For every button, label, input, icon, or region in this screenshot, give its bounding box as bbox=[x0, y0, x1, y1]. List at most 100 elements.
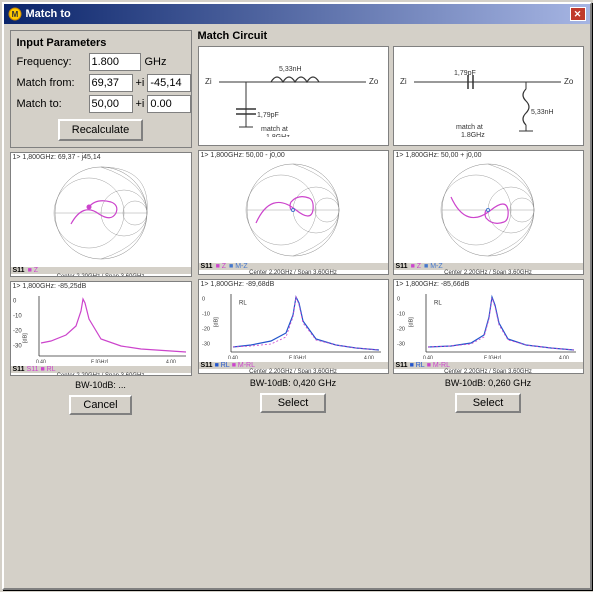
svg-text:5,33nH: 5,33nH bbox=[279, 66, 302, 73]
circuit2-svg: Zi Zo 1,79pF bbox=[199, 47, 388, 137]
rl3-rl-legend: ■ RL bbox=[410, 362, 425, 369]
left-rl-s11: S11 bbox=[13, 366, 25, 373]
smith3-header: 1> 1,800GHz: 50,00 + j0,00 bbox=[394, 151, 583, 160]
rl2-s11: S11 bbox=[201, 362, 213, 369]
input-params-panel: Input Parameters Frequency: GHz Match fr… bbox=[10, 30, 192, 148]
rl3-s11: S11 bbox=[396, 362, 408, 369]
smith2-center: Center 2,20GHz / Span 3,60GHz bbox=[199, 270, 388, 275]
circuit2-box: Zi Zo 1,79pF bbox=[198, 46, 389, 146]
window-icon: M bbox=[8, 7, 22, 21]
smith2-s11: S11 bbox=[201, 263, 213, 270]
svg-text:-20: -20 bbox=[202, 326, 210, 332]
svg-text:0: 0 bbox=[397, 296, 400, 302]
frequency-input[interactable] bbox=[89, 53, 141, 71]
smith3-mz-legend: ■ M-Z bbox=[424, 263, 443, 270]
svg-text:Zi: Zi bbox=[400, 77, 407, 86]
left-smith-svg bbox=[11, 162, 191, 264]
frequency-unit: GHz bbox=[145, 56, 167, 68]
svg-text:1,79pF: 1,79pF bbox=[454, 70, 476, 77]
match-to-label: Match to: bbox=[17, 98, 87, 110]
svg-text:0,40: 0,40 bbox=[228, 355, 238, 359]
match-circuit-title: Match Circuit bbox=[198, 30, 584, 42]
close-button[interactable]: ✕ bbox=[570, 7, 586, 21]
smith3-center: Center 2,20GHz / Span 3,60GHz bbox=[394, 270, 583, 275]
frequency-label: Frequency: bbox=[17, 56, 87, 68]
svg-text:M: M bbox=[11, 10, 18, 19]
smith3-s11: S11 bbox=[396, 263, 408, 270]
smith3-svg bbox=[394, 160, 583, 260]
rl2-chart: 1> 1,800GHz: -89,68dB 0 -10 -20 -30 0,40… bbox=[198, 279, 389, 374]
svg-text:-10: -10 bbox=[202, 311, 210, 317]
left-smith-s11: S11 bbox=[13, 267, 25, 274]
match-from-i-label: +i bbox=[136, 77, 145, 89]
circuit3-bw-label: BW-10dB: 0,260 GHz bbox=[445, 378, 531, 388]
smiths-row: 1> 1,800GHz: 50,00 - j0,00 bbox=[198, 150, 584, 275]
svg-text:4,00: 4,00 bbox=[166, 359, 176, 363]
left-rl-header: 1> 1,800GHz: -85,25dB bbox=[11, 282, 191, 291]
main-content: Input Parameters Frequency: GHz Match fr… bbox=[4, 24, 590, 588]
svg-text:F [GHz]: F [GHz] bbox=[484, 355, 502, 359]
rls-row: 1> 1,800GHz: -89,68dB 0 -10 -20 -30 0,40… bbox=[198, 279, 584, 374]
match-to-i-label: +i bbox=[136, 98, 145, 110]
match-to-imag-input[interactable] bbox=[147, 95, 191, 113]
svg-text:5,33nH: 5,33nH bbox=[531, 109, 554, 116]
circuit3-svg: Zi Zo 5,33nH bbox=[394, 47, 583, 137]
svg-text:RL: RL bbox=[239, 301, 247, 307]
main-window: M Match to ✕ Input Parameters Frequency:… bbox=[2, 2, 592, 590]
svg-text:[dB]: [dB] bbox=[408, 317, 414, 327]
title-bar: M Match to ✕ bbox=[4, 4, 590, 24]
bottom-actions-row: BW-10dB: 0,420 GHz Select BW-10dB: 0,260… bbox=[198, 378, 584, 413]
left-rl-chart: 1> 1,800GHz: -85,25dB 0 -10 -20 -30 0,40… bbox=[10, 281, 192, 376]
circuits-row: Zi Zo 1,79pF bbox=[198, 46, 584, 146]
svg-text:-20: -20 bbox=[397, 326, 405, 332]
svg-text:RL: RL bbox=[434, 301, 442, 307]
match-to-row: Match to: +i bbox=[17, 95, 185, 113]
rl2-center: Center 2,20GHz / Span 3,60GHz bbox=[199, 369, 388, 374]
match-to-real-input[interactable] bbox=[89, 95, 133, 113]
smith2-header: 1> 1,800GHz: 50,00 - j0,00 bbox=[199, 151, 388, 160]
svg-text:0: 0 bbox=[202, 296, 205, 302]
circuit2-bw-label: BW-10dB: 0,420 GHz bbox=[250, 378, 336, 388]
svg-text:match at: match at bbox=[456, 124, 483, 131]
left-smith-header: 1> 1,800GHz: 69,37 - j45,14 bbox=[11, 153, 191, 162]
rl3-mrl-legend: ■ M-RL bbox=[427, 362, 450, 369]
smith2-mz-legend: ■ M-Z bbox=[229, 263, 248, 270]
recalculate-button[interactable]: Recalculate bbox=[58, 119, 143, 141]
svg-text:1,8GHz: 1,8GHz bbox=[461, 132, 485, 137]
svg-text:-30: -30 bbox=[13, 344, 22, 350]
rl2-rl-legend: ■ RL bbox=[215, 362, 230, 369]
smith3-chart: 1> 1,800GHz: 50,00 + j0,00 bbox=[393, 150, 584, 275]
left-column: Input Parameters Frequency: GHz Match fr… bbox=[10, 30, 192, 582]
svg-text:4,00: 4,00 bbox=[559, 355, 569, 359]
smith2-z-legend: ■ Z bbox=[216, 263, 226, 270]
svg-text:4,00: 4,00 bbox=[364, 355, 374, 359]
svg-text:-10: -10 bbox=[13, 314, 22, 320]
select2-button[interactable]: Select bbox=[260, 393, 327, 413]
rl3-center: Center 2,20GHz / Span 3,60GHz bbox=[394, 369, 583, 374]
left-smith-z-legend: ■ Z bbox=[28, 267, 38, 274]
rl2-mrl-legend: ■ M-RL bbox=[232, 362, 255, 369]
smith2-svg bbox=[199, 160, 388, 260]
window-title: Match to bbox=[26, 8, 71, 20]
match-from-label: Match from: bbox=[17, 77, 87, 89]
svg-text:-30: -30 bbox=[397, 341, 405, 347]
match-from-real-input[interactable] bbox=[89, 74, 133, 92]
svg-text:1,79pF: 1,79pF bbox=[257, 112, 279, 119]
svg-text:Zi: Zi bbox=[205, 77, 212, 86]
frequency-row: Frequency: GHz bbox=[17, 53, 185, 71]
cancel-button[interactable]: Cancel bbox=[69, 395, 131, 415]
rl2-header: 1> 1,800GHz: -89,68dB bbox=[199, 280, 388, 289]
svg-text:1,8GHz: 1,8GHz bbox=[266, 134, 290, 137]
rl3-chart: 1> 1,800GHz: -85,66dB 0 -10 -20 -30 0,40… bbox=[393, 279, 584, 374]
smith3-z-legend: ■ Z bbox=[411, 263, 421, 270]
svg-text:0,40: 0,40 bbox=[423, 355, 433, 359]
right-column: Match Circuit Zi Zo bbox=[198, 30, 584, 582]
rl2-svg: 0 -10 -20 -30 0,40 F [GHz] 4,00 [dB] RL bbox=[199, 289, 388, 359]
left-smith-center: Center 2,20GHz / Span 3,60GHz bbox=[11, 274, 191, 277]
select3-button[interactable]: Select bbox=[455, 393, 522, 413]
svg-text:F [GHz]: F [GHz] bbox=[91, 359, 109, 363]
svg-text:Zo: Zo bbox=[369, 77, 379, 86]
left-bw-label: BW-10dB: ... bbox=[75, 380, 126, 390]
match-from-imag-input[interactable] bbox=[147, 74, 191, 92]
rl3-header: 1> 1,800GHz: -85,66dB bbox=[394, 280, 583, 289]
